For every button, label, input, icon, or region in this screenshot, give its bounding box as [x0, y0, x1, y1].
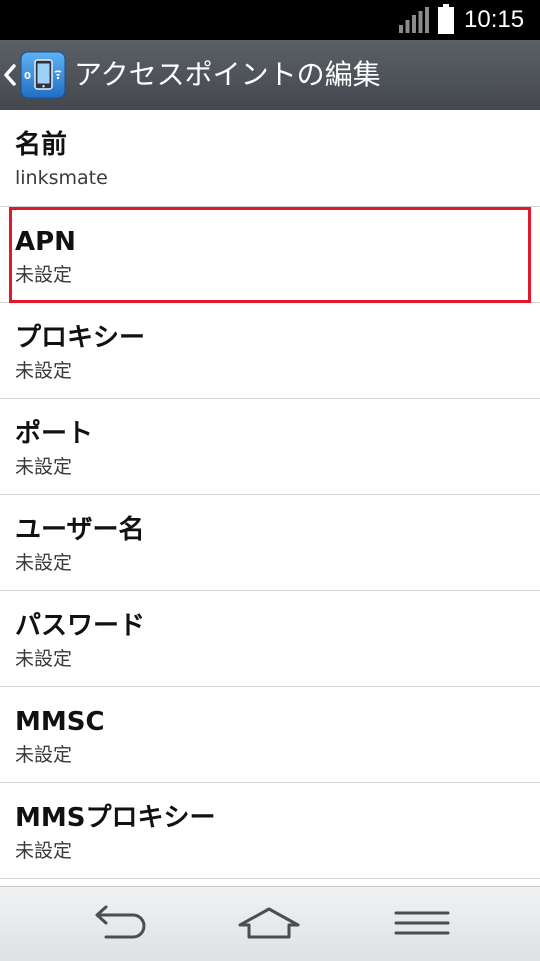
pref-summary: 未設定: [15, 840, 73, 862]
navigation-bar: [0, 886, 540, 961]
apn-settings-app-icon: 0: [20, 51, 66, 99]
pref-title: プロキシー: [15, 323, 146, 353]
pref-item-mms-proxy[interactable]: MMSプロキシー 未設定: [0, 783, 540, 879]
pref-summary: 未設定: [15, 360, 73, 382]
battery-icon: [438, 4, 454, 34]
pref-item-mmsc[interactable]: MMSC 未設定: [0, 687, 540, 783]
pref-summary: 未設定: [15, 456, 73, 478]
svg-text:0: 0: [24, 71, 31, 82]
pref-title: パスワード: [15, 611, 146, 641]
signal-icon: [399, 7, 429, 33]
pref-item-name[interactable]: 名前 linksmate: [0, 110, 540, 207]
page-title: アクセスポイントの編集: [74, 58, 381, 91]
pref-title: APN: [15, 227, 76, 257]
pref-item-password[interactable]: パスワード 未設定: [0, 591, 540, 687]
pref-summary: 未設定: [15, 744, 73, 766]
pref-title: MMSC: [15, 707, 105, 737]
pref-item-proxy[interactable]: プロキシー 未設定: [0, 303, 540, 399]
menu-icon[interactable]: [393, 899, 451, 949]
back-chevron-icon[interactable]: [2, 62, 18, 88]
pref-summary: 未設定: [15, 552, 73, 574]
pref-item-apn[interactable]: APN 未設定: [0, 207, 540, 303]
pref-title: ユーザー名: [15, 515, 145, 545]
back-arrow-icon[interactable]: [84, 899, 150, 949]
home-icon[interactable]: [236, 899, 302, 949]
pref-title: 名前: [15, 130, 68, 160]
pref-summary: 未設定: [15, 264, 73, 286]
pref-summary: linksmate: [15, 167, 108, 189]
status-bar: 10:15: [0, 0, 540, 40]
status-time: 10:15: [464, 6, 525, 33]
pref-item-username[interactable]: ユーザー名 未設定: [0, 495, 540, 591]
pref-title: ポート: [15, 419, 94, 449]
pref-summary: 未設定: [15, 648, 73, 670]
apn-settings-list: 名前 linksmate APN 未設定 プロキシー 未設定 ポート 未設定 ユ…: [0, 110, 540, 886]
pref-title: MMSプロキシー: [15, 803, 216, 833]
action-bar: 0 アクセスポイントの編集: [0, 40, 540, 110]
pref-item-port[interactable]: ポート 未設定: [0, 399, 540, 495]
